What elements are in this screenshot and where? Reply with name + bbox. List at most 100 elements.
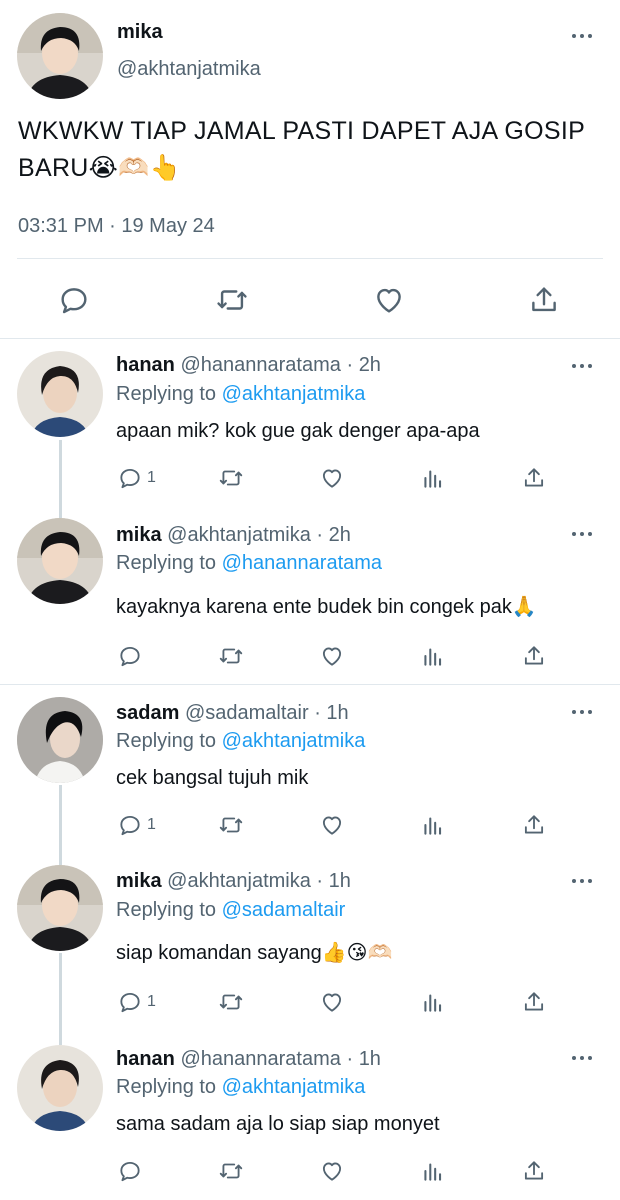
reply-time[interactable]: 1h (326, 702, 348, 724)
reply-tweet[interactable]: mika @akhtanjatmika · 1h Replying to @sa… (0, 853, 620, 1031)
share-icon[interactable] (521, 1157, 547, 1185)
replying-to-label: Replying to (116, 552, 217, 574)
mention-link[interactable]: @hanannaratama (222, 552, 382, 574)
replying-to-label: Replying to (116, 1076, 217, 1098)
replying-to-label: Replying to (116, 383, 217, 405)
like-icon[interactable] (319, 1157, 345, 1185)
thread-line (59, 853, 62, 865)
divider (17, 258, 603, 259)
analytics-icon[interactable] (420, 811, 446, 839)
mention-link[interactable]: @akhtanjatmika (222, 1076, 366, 1098)
avatar-hanan[interactable] (17, 351, 103, 437)
reply-header: hanan @hanannaratama · 1h (116, 1048, 381, 1071)
mention-link[interactable]: @sadamaltair (222, 899, 346, 921)
separator: · (346, 1048, 354, 1070)
tweet-timestamp[interactable]: 03:31 PM · 19 May 24 (18, 215, 215, 238)
like-icon[interactable] (369, 282, 409, 318)
reply-count: 1 (147, 469, 156, 486)
reply-count: 1 (147, 993, 156, 1010)
retweet-icon[interactable] (212, 282, 252, 318)
reply-time[interactable]: 1h (329, 870, 351, 892)
analytics-icon[interactable] (420, 1157, 446, 1185)
reply-text: kayaknya karena ente budek bin congek pa… (116, 596, 537, 618)
author-name[interactable]: mika (116, 524, 162, 546)
replying-to: Replying to @hanannaratama (116, 552, 382, 575)
thread-line (59, 785, 62, 853)
author-handle[interactable]: @hanannaratama (180, 1048, 340, 1070)
retweet-icon[interactable] (216, 1157, 246, 1185)
like-icon[interactable] (319, 642, 345, 670)
reply-text: apaan mik? kok gue gak denger apa-apa (116, 420, 480, 442)
tweet-text: WKWKW TIAP JAMAL PASTI DAPET AJA GOSIP B… (18, 117, 585, 182)
avatar-sadam[interactable] (17, 697, 103, 783)
author-name[interactable]: hanan (116, 1048, 175, 1070)
reply-text: sama sadam aja lo siap siap monyet (116, 1113, 440, 1135)
author-handle[interactable]: @akhtanjatmika (167, 524, 311, 546)
author-name[interactable]: sadam (116, 702, 179, 724)
author-handle[interactable]: @akhtanjatmika (117, 58, 261, 81)
author-handle[interactable]: @sadamaltair (185, 702, 309, 724)
replying-to: Replying to @akhtanjatmika (116, 383, 365, 406)
reply-button[interactable] (117, 642, 147, 670)
more-options-icon[interactable] (572, 364, 592, 368)
author-name[interactable]: mika (116, 870, 162, 892)
like-icon[interactable] (319, 464, 345, 492)
share-icon[interactable] (521, 811, 547, 839)
author-handle[interactable]: @hanannaratama (180, 354, 340, 376)
reply-tweet[interactable]: sadam @sadamaltair · 1h Replying to @akh… (0, 685, 620, 853)
reply-tweet[interactable]: hanan @hanannaratama · 1h Replying to @a… (0, 1031, 620, 1200)
avatar-mika[interactable] (17, 13, 103, 99)
separator: · (314, 702, 321, 724)
reply-time[interactable]: 2h (359, 354, 381, 376)
replying-to: Replying to @akhtanjatmika (116, 1076, 365, 1099)
separator: · (316, 870, 324, 892)
reply-button[interactable]: 1 (117, 988, 156, 1016)
thread-line (59, 440, 62, 508)
more-options-icon[interactable] (572, 532, 592, 536)
retweet-icon[interactable] (216, 811, 246, 839)
more-options-icon[interactable] (572, 710, 592, 714)
reply-button[interactable]: 1 (117, 464, 156, 492)
thread-line (59, 953, 62, 1031)
reply-button[interactable] (117, 1157, 147, 1185)
reply-header: mika @akhtanjatmika · 2h (116, 524, 351, 547)
thread-line (59, 1031, 62, 1045)
author-name[interactable]: hanan (116, 354, 175, 376)
mention-link[interactable]: @akhtanjatmika (222, 383, 366, 405)
reply-tweet[interactable]: hanan @hanannaratama · 2h Replying to @a… (0, 338, 620, 508)
reply-header: mika @akhtanjatmika · 1h (116, 870, 351, 893)
reply-icon (120, 992, 140, 1013)
separator: · (346, 354, 354, 376)
avatar-mika[interactable] (17, 518, 103, 604)
replying-to: Replying to @akhtanjatmika (116, 730, 365, 753)
analytics-icon[interactable] (420, 464, 446, 492)
share-icon[interactable] (521, 464, 547, 492)
retweet-icon[interactable] (216, 464, 246, 492)
analytics-icon[interactable] (420, 988, 446, 1016)
reply-icon[interactable] (54, 282, 94, 318)
reply-button[interactable]: 1 (117, 811, 156, 839)
like-icon[interactable] (319, 811, 345, 839)
reply-tweet[interactable]: mika @akhtanjatmika · 2h Replying to @ha… (0, 508, 620, 684)
analytics-icon[interactable] (420, 642, 446, 670)
author-handle[interactable]: @akhtanjatmika (167, 870, 311, 892)
share-icon[interactable] (521, 988, 547, 1016)
main-tweet: mika @akhtanjatmika WKWKW TIAP JAMAL PAS… (0, 0, 620, 340)
retweet-icon[interactable] (216, 642, 246, 670)
retweet-icon[interactable] (216, 988, 246, 1016)
replying-to: Replying to @sadamaltair (116, 899, 345, 922)
author-name[interactable]: mika (117, 21, 163, 44)
like-icon[interactable] (319, 988, 345, 1016)
mention-link[interactable]: @akhtanjatmika (222, 730, 366, 752)
more-options-icon[interactable] (572, 34, 592, 38)
separator: · (316, 524, 324, 546)
more-options-icon[interactable] (572, 1056, 592, 1060)
reply-time[interactable]: 2h (329, 524, 351, 546)
more-options-icon[interactable] (572, 879, 592, 883)
reply-time[interactable]: 1h (359, 1048, 381, 1070)
avatar-mika[interactable] (17, 865, 103, 951)
share-icon[interactable] (524, 282, 564, 318)
share-icon[interactable] (521, 642, 547, 670)
avatar-hanan[interactable] (17, 1045, 103, 1131)
reply-text: cek bangsal tujuh mik (116, 767, 309, 789)
